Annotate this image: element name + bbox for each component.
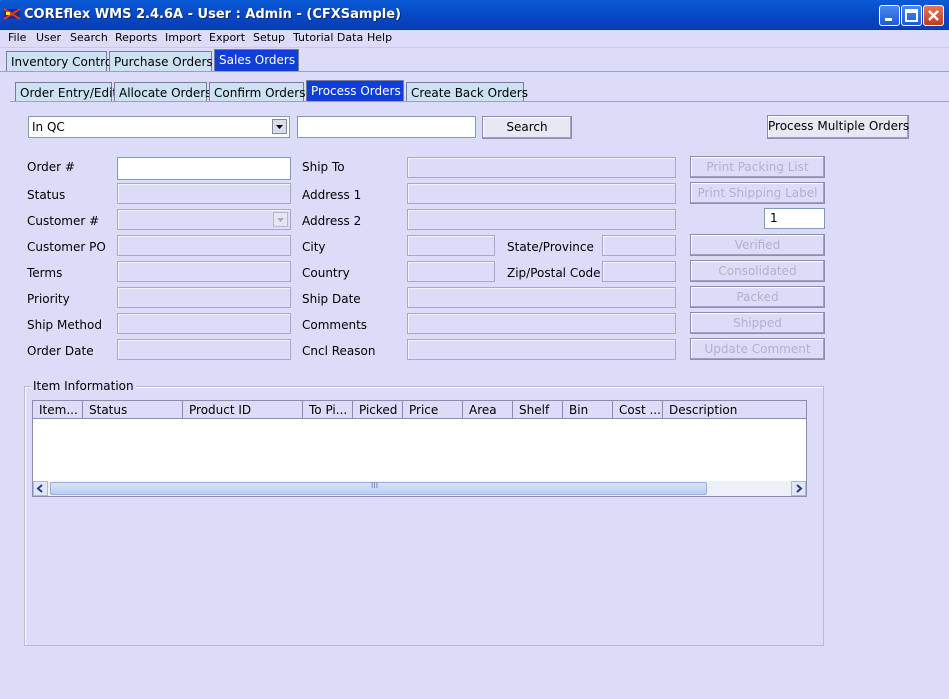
order-number-field[interactable] bbox=[117, 157, 291, 180]
status-filter-select[interactable]: In QC bbox=[28, 116, 290, 138]
item-table-header: Item... Status Product ID To Pi... Picke… bbox=[33, 401, 806, 419]
process-multiple-orders-button[interactable]: Process Multiple Orders bbox=[767, 115, 909, 139]
consolidated-button[interactable]: Consolidated bbox=[690, 260, 825, 282]
col-shelf[interactable]: Shelf bbox=[513, 401, 563, 419]
menu-import[interactable]: Import bbox=[165, 31, 202, 44]
customer-po-field bbox=[117, 235, 291, 256]
title-bar: COREflex WMS 2.4.6A - User : Admin - (CF… bbox=[0, 0, 949, 30]
window-title: COREflex WMS 2.4.6A - User : Admin - (CF… bbox=[24, 7, 401, 22]
customer-po-label: Customer PO bbox=[27, 240, 106, 254]
menu-setup[interactable]: Setup bbox=[253, 31, 285, 44]
terms-label: Terms bbox=[27, 266, 63, 280]
ship-to-field bbox=[407, 157, 676, 178]
col-area[interactable]: Area bbox=[463, 401, 513, 419]
item-information-title: Item Information bbox=[31, 379, 136, 393]
order-date-label: Order Date bbox=[27, 344, 94, 358]
scroll-thumb[interactable]: III bbox=[50, 481, 707, 495]
print-shipping-label-button[interactable]: Print Shipping Label bbox=[690, 182, 825, 204]
menu-search[interactable]: Search bbox=[70, 31, 108, 44]
address1-field bbox=[407, 183, 676, 204]
city-field bbox=[407, 235, 495, 256]
ship-date-field bbox=[407, 287, 676, 308]
shipped-button[interactable]: Shipped bbox=[690, 312, 825, 334]
cancel-reason-field bbox=[407, 339, 676, 360]
tab-confirm-orders[interactable]: Confirm Orders bbox=[209, 82, 305, 102]
col-to-pick[interactable]: To Pi... bbox=[303, 401, 353, 419]
tab-purchase-orders[interactable]: Purchase Orders bbox=[109, 51, 213, 71]
scroll-right-arrow-icon[interactable] bbox=[791, 481, 806, 496]
menu-export[interactable]: Export bbox=[209, 31, 245, 44]
print-packing-list-button[interactable]: Print Packing List bbox=[690, 156, 825, 178]
country-field bbox=[407, 261, 495, 282]
state-province-label: State/Province bbox=[507, 240, 594, 254]
customer-number-label: Customer # bbox=[27, 214, 100, 228]
update-comment-button[interactable]: Update Comment bbox=[690, 338, 825, 360]
address2-field bbox=[407, 209, 676, 230]
zip-postal-code-label: Zip/Postal Code bbox=[507, 266, 601, 280]
country-label: Country bbox=[302, 266, 350, 280]
col-picked[interactable]: Picked bbox=[353, 401, 403, 419]
ship-method-field bbox=[117, 313, 291, 334]
customer-number-select bbox=[117, 209, 291, 230]
tab-inventory-control[interactable]: Inventory Control bbox=[6, 51, 116, 71]
status-field bbox=[117, 183, 291, 204]
ship-to-label: Ship To bbox=[302, 160, 345, 174]
tab-allocate-orders[interactable]: Allocate Orders bbox=[114, 82, 211, 102]
horizontal-scrollbar[interactable]: III bbox=[33, 481, 806, 496]
col-bin[interactable]: Bin bbox=[563, 401, 613, 419]
packed-button[interactable]: Packed bbox=[690, 286, 825, 308]
zip-postal-code-field bbox=[602, 261, 676, 282]
tab-process-orders[interactable]: Process Orders bbox=[306, 80, 404, 102]
menu-reports[interactable]: Reports bbox=[115, 31, 157, 44]
ship-date-label: Ship Date bbox=[302, 292, 361, 306]
order-number-label: Order # bbox=[27, 160, 75, 174]
address1-label: Address 1 bbox=[302, 188, 362, 202]
address2-label: Address 2 bbox=[302, 214, 362, 228]
menu-help[interactable]: Help bbox=[367, 31, 392, 44]
close-button[interactable] bbox=[923, 5, 944, 26]
label-count-value: 1 bbox=[770, 211, 778, 225]
col-status[interactable]: Status bbox=[83, 401, 183, 419]
minimize-button[interactable] bbox=[879, 5, 900, 26]
city-label: City bbox=[302, 240, 326, 254]
verified-button[interactable]: Verified bbox=[690, 234, 825, 256]
col-price[interactable]: Price bbox=[403, 401, 463, 419]
state-province-field bbox=[602, 235, 676, 256]
order-date-field bbox=[117, 339, 291, 360]
item-table[interactable]: Item... Status Product ID To Pi... Picke… bbox=[32, 400, 807, 497]
comments-field bbox=[407, 313, 676, 334]
status-filter-value: In QC bbox=[32, 120, 65, 134]
tab-sales-orders[interactable]: Sales Orders bbox=[214, 49, 299, 71]
tab-order-entry-edit[interactable]: Order Entry/Edit bbox=[15, 82, 117, 102]
cancel-reason-label: Cncl Reason bbox=[302, 344, 376, 358]
col-description[interactable]: Description bbox=[663, 401, 806, 419]
search-input[interactable] bbox=[297, 116, 476, 138]
priority-label: Priority bbox=[27, 292, 70, 306]
ship-method-label: Ship Method bbox=[27, 318, 102, 332]
search-button[interactable]: Search bbox=[482, 116, 572, 139]
col-item[interactable]: Item... bbox=[33, 401, 83, 419]
scroll-left-arrow-icon[interactable] bbox=[33, 481, 48, 496]
menu-user[interactable]: User bbox=[36, 31, 61, 44]
tab-divider bbox=[0, 71, 949, 72]
scroll-grip: III bbox=[371, 481, 379, 490]
tab-create-back-orders[interactable]: Create Back Orders bbox=[406, 82, 528, 102]
subtab-divider bbox=[10, 101, 949, 102]
col-product-id[interactable]: Product ID bbox=[183, 401, 303, 419]
priority-field bbox=[117, 287, 291, 308]
app-icon bbox=[3, 7, 21, 21]
col-cost[interactable]: Cost ... bbox=[613, 401, 663, 419]
comments-label: Comments bbox=[302, 318, 368, 332]
menu-file[interactable]: File bbox=[8, 31, 26, 44]
menu-bar: File User Search Reports Import Export S… bbox=[0, 30, 949, 48]
menu-tutorial-data[interactable]: Tutorial Data bbox=[293, 31, 363, 44]
label-count-input[interactable]: 1 bbox=[764, 208, 825, 229]
chevron-down-icon bbox=[273, 212, 288, 227]
terms-field bbox=[117, 261, 291, 282]
maximize-button[interactable] bbox=[901, 5, 922, 26]
status-label: Status bbox=[27, 188, 66, 202]
chevron-down-icon[interactable] bbox=[272, 119, 287, 134]
